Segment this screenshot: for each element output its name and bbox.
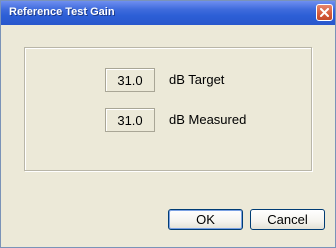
target-value-field: 31.0 — [105, 68, 155, 92]
dialog-window: Reference Test Gain 31.0 dB Target 31.0 … — [0, 0, 336, 248]
measured-label: dB Measured — [169, 112, 247, 127]
window-title: Reference Test Gain — [9, 6, 115, 18]
gain-group-box: 31.0 dB Target 31.0 dB Measured — [24, 47, 312, 171]
title-bar[interactable]: Reference Test Gain — [1, 1, 335, 25]
measured-value-field: 31.0 — [105, 108, 155, 132]
close-icon — [320, 8, 329, 17]
ok-button[interactable]: OK — [168, 209, 243, 230]
target-label: dB Target — [169, 72, 225, 87]
cancel-button[interactable]: Cancel — [250, 209, 325, 230]
close-button[interactable] — [316, 4, 333, 21]
